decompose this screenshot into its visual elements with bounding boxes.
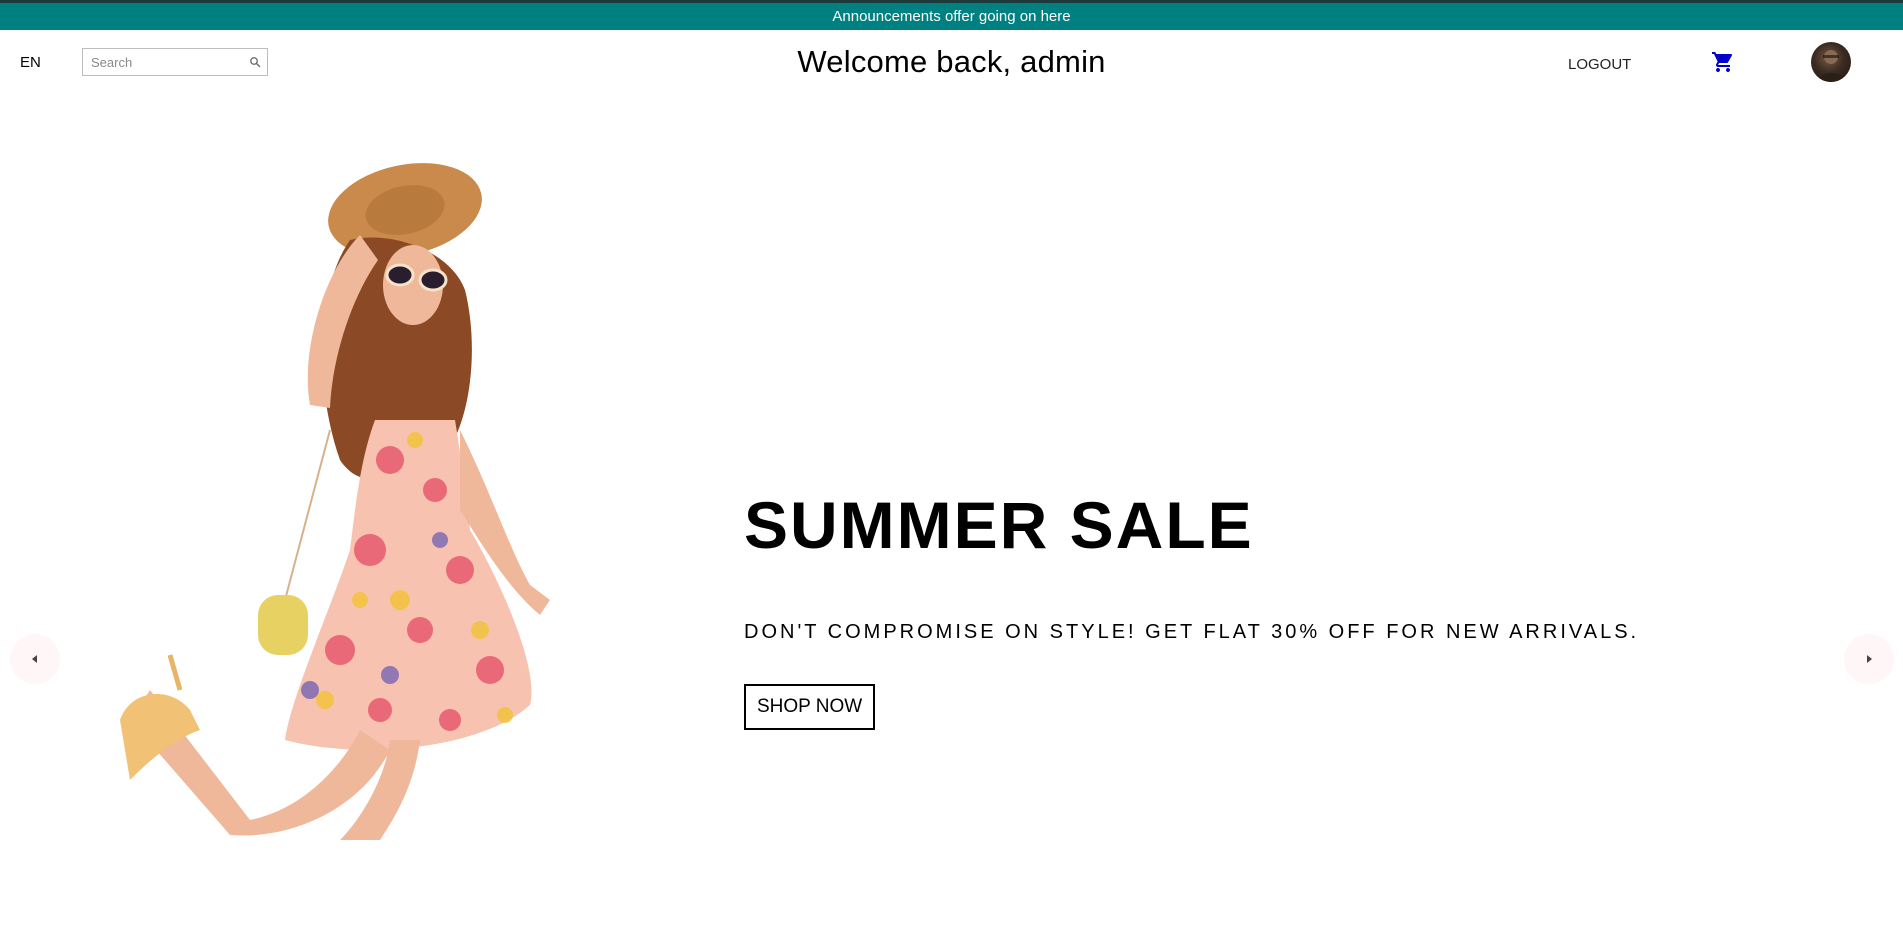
search-icon[interactable] bbox=[249, 56, 261, 68]
announcement-bar: Announcements offer going on here bbox=[0, 0, 1903, 30]
hero-slider: SUMMER SALE DON'T COMPROMISE ON STYLE! G… bbox=[0, 100, 1903, 840]
slider-prev-button[interactable] bbox=[10, 634, 60, 684]
navbar-left: EN bbox=[20, 48, 268, 76]
user-avatar[interactable] bbox=[1811, 42, 1851, 82]
shopping-cart-icon[interactable] bbox=[1711, 50, 1735, 79]
slider-next-button[interactable] bbox=[1844, 634, 1894, 684]
hero-text-block: SUMMER SALE DON'T COMPROMISE ON STYLE! G… bbox=[744, 492, 1639, 730]
hero-description: DON'T COMPROMISE ON STYLE! GET FLAT 30% … bbox=[744, 621, 1640, 643]
search-container[interactable] bbox=[82, 48, 268, 76]
search-input[interactable] bbox=[89, 53, 249, 71]
arrow-right-icon bbox=[1867, 655, 1872, 663]
shop-now-button[interactable]: SHOP NOW bbox=[744, 684, 876, 730]
announcement-text: Announcements offer going on here bbox=[832, 8, 1071, 25]
navbar: EN Welcome back, admin LOGOUT bbox=[0, 30, 1903, 100]
logout-link[interactable]: LOGOUT bbox=[1568, 56, 1631, 73]
hero-image bbox=[60, 130, 620, 840]
arrow-left-icon bbox=[32, 655, 37, 663]
language-selector[interactable]: EN bbox=[20, 54, 62, 71]
hero-title: SUMMER SALE bbox=[744, 488, 1254, 562]
